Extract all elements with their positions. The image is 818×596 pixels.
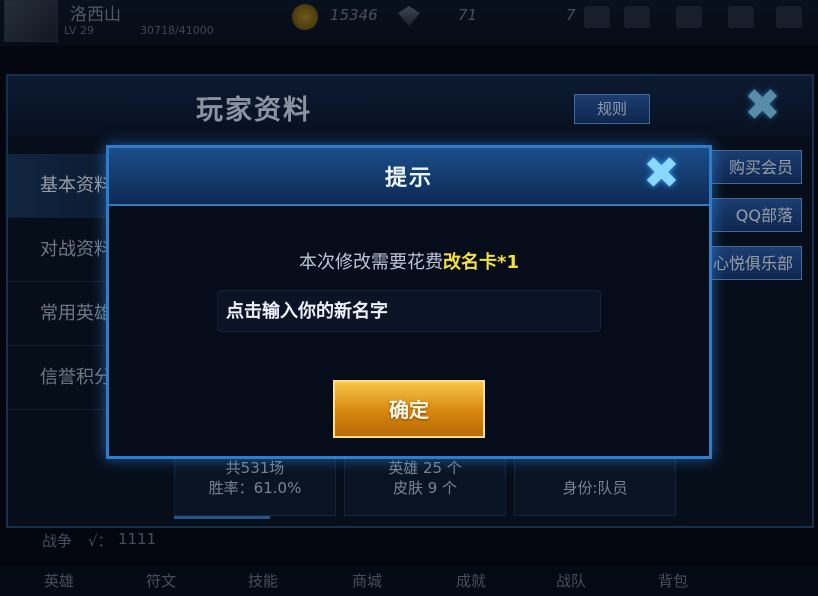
dialog-header: 提示 ✖: [109, 148, 709, 206]
dialog-title: 提示: [384, 166, 433, 191]
new-name-input[interactable]: [217, 290, 601, 332]
rename-dialog: 提示 ✖ 本次修改需要花费改名卡*1 确定: [106, 145, 712, 459]
cost-notice: 本次修改需要花费改名卡*1: [109, 248, 709, 274]
confirm-button[interactable]: 确定: [333, 380, 485, 438]
rename-card-cost: 改名卡*1: [443, 252, 519, 273]
cost-text: 本次修改需要花费: [299, 252, 444, 273]
close-dialog-icon[interactable]: ✖: [643, 152, 680, 196]
